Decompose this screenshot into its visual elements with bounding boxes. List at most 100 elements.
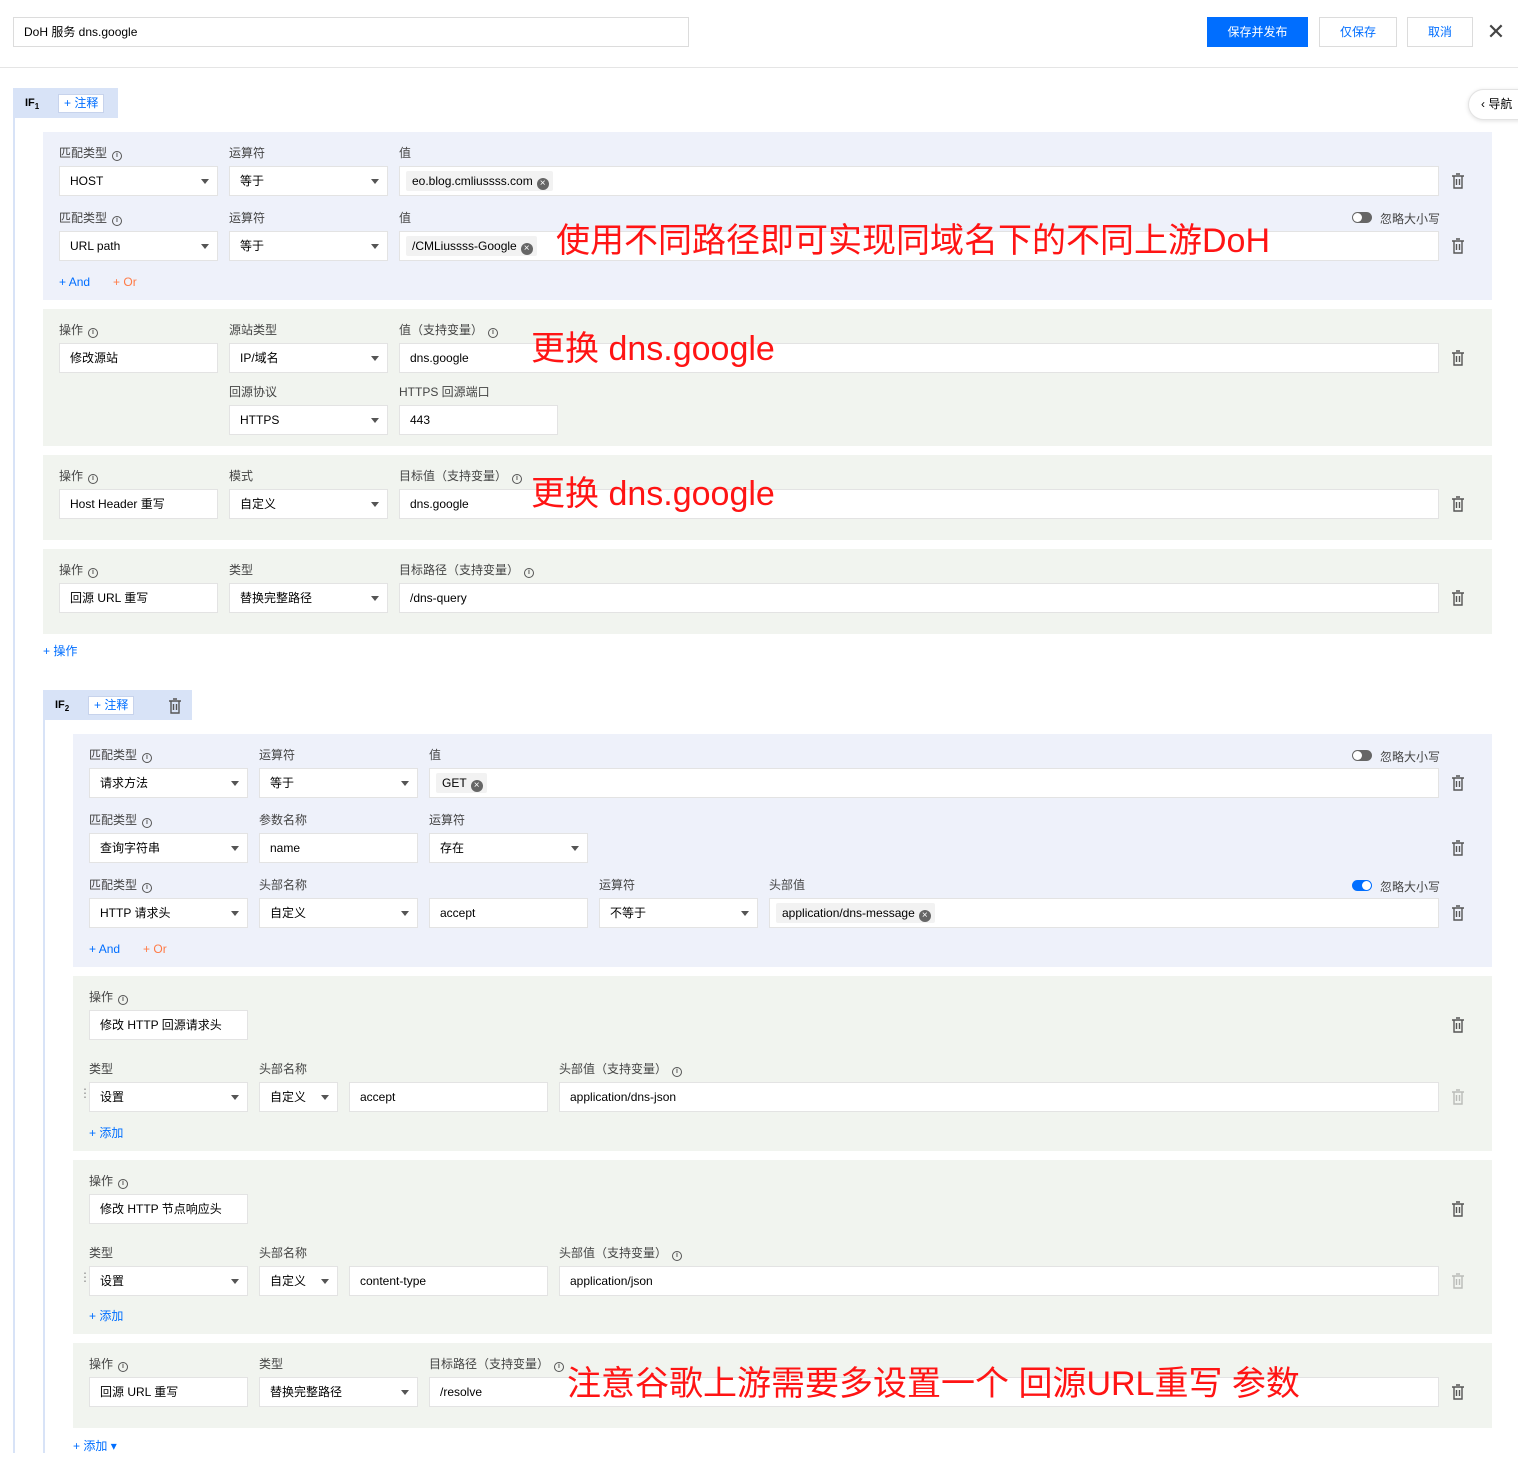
match-type-select[interactable]: HOST: [59, 166, 218, 196]
value-label: 值: [429, 748, 442, 762]
action-field[interactable]: 修改 HTTP 回源请求头: [89, 1010, 248, 1040]
ignore-case-toggle[interactable]: [1352, 880, 1372, 891]
type-select[interactable]: 替换完整路径: [229, 583, 388, 613]
note-label: 注释: [104, 698, 129, 712]
operator-select[interactable]: 等于: [229, 166, 388, 196]
if2-note-button[interactable]: + 注释: [88, 696, 135, 715]
trash-icon[interactable]: [1451, 1017, 1465, 1033]
header-name-input[interactable]: content-type: [349, 1266, 548, 1296]
match-type-label: 匹配类型 i: [89, 748, 153, 763]
target-path-label: 目标路径（支持变量） i: [399, 563, 535, 578]
match-type-label: 匹配类型 i: [89, 878, 153, 893]
save-publish-button[interactable]: 保存并发布: [1207, 17, 1308, 47]
add-dropdown-link[interactable]: + 添加 ▾: [73, 1439, 117, 1453]
operator-select[interactable]: 等于: [259, 768, 418, 798]
type-label: 类型: [259, 1357, 284, 1371]
nav-toggle[interactable]: ‹ 导航: [1468, 89, 1518, 120]
info-icon: i: [118, 1179, 129, 1189]
if1-note-button[interactable]: + 注释: [58, 94, 105, 113]
add-or-link[interactable]: + Or: [113, 275, 137, 289]
chevron-down-icon: ▾: [110, 1439, 117, 1453]
mode-select[interactable]: 自定义: [229, 489, 388, 519]
remove-tag-icon[interactable]: ×: [470, 780, 483, 792]
header-name-mode-select[interactable]: 自定义: [259, 898, 418, 928]
drag-handle-icon[interactable]: ⋮⋮: [79, 1271, 102, 1288]
remove-tag-icon[interactable]: ×: [918, 910, 931, 922]
value-label: 值: [399, 211, 412, 225]
trash-icon[interactable]: [1451, 173, 1465, 189]
match-type-select[interactable]: 查询字符串: [89, 833, 248, 863]
if2-label: IF: [55, 699, 65, 711]
operator-label: 运算符: [259, 748, 296, 762]
cancel-button[interactable]: 取消: [1407, 17, 1473, 47]
type-select[interactable]: 设置: [89, 1266, 248, 1296]
action-label: 操作 i: [59, 323, 99, 338]
type-select[interactable]: 设置: [89, 1082, 248, 1112]
value-tag: /CMLiussss-Google ×: [406, 236, 537, 256]
remove-tag-icon[interactable]: ×: [520, 243, 533, 255]
add-header-link[interactable]: + 添加: [89, 1126, 123, 1140]
add-and-link[interactable]: + And: [59, 275, 90, 289]
match-type-select[interactable]: URL path: [59, 231, 218, 261]
trash-icon[interactable]: [1451, 1384, 1465, 1400]
value-tag-input[interactable]: eo.blog.cmliussss.com ×: [399, 166, 1439, 196]
https-port-input[interactable]: 443: [399, 405, 558, 435]
trash-icon[interactable]: [1451, 775, 1465, 791]
action-field[interactable]: 修改源站: [59, 343, 218, 373]
value-tag-text: /CMLiussss-Google: [412, 239, 517, 253]
trash-icon[interactable]: [1451, 840, 1465, 856]
add-and-link[interactable]: + And: [89, 942, 120, 956]
add-or-link[interactable]: + Or: [143, 942, 167, 956]
close-icon[interactable]: ✕: [1486, 19, 1506, 45]
ignore-case-toggle[interactable]: [1352, 750, 1372, 761]
save-only-button[interactable]: 仅保存: [1319, 17, 1397, 47]
header-value-input[interactable]: application/json: [559, 1266, 1439, 1296]
plus-icon: +: [64, 96, 72, 110]
ignore-case-toggle[interactable]: [1352, 212, 1372, 223]
nav-label: 导航: [1488, 97, 1513, 111]
header-name-mode-select[interactable]: 自定义: [259, 1266, 338, 1296]
trash-icon[interactable]: [1451, 238, 1465, 254]
value-label: 值: [399, 146, 412, 160]
origin-type-select[interactable]: IP/域名: [229, 343, 388, 373]
match-type-select[interactable]: HTTP 请求头: [89, 898, 248, 928]
annotation-rewrite-note: 注意谷歌上游需要多设置一个 回源URL重写 参数: [567, 1365, 1300, 1403]
target-path-input[interactable]: /dns-query: [399, 583, 1439, 613]
operator-label: 运算符: [229, 211, 266, 225]
header-name-input[interactable]: accept: [429, 898, 588, 928]
trash-icon[interactable]: [1451, 905, 1465, 921]
trash-icon[interactable]: [1451, 350, 1465, 366]
trash-icon[interactable]: [1451, 496, 1465, 512]
trash-icon[interactable]: [1451, 590, 1465, 606]
rule-name-input[interactable]: DoH 服务 dns.google: [13, 17, 689, 47]
remove-tag-icon[interactable]: ×: [536, 178, 549, 190]
annotation-replace-note-2: 更换 dns.google: [531, 475, 775, 513]
operator-select[interactable]: 不等于: [599, 898, 758, 928]
if2-delete-icon[interactable]: [168, 698, 182, 714]
header-name-input[interactable]: accept: [349, 1082, 548, 1112]
action-label: 操作 i: [59, 563, 99, 578]
action-field[interactable]: Host Header 重写: [59, 489, 218, 519]
action-field[interactable]: 修改 HTTP 节点响应头: [89, 1194, 248, 1224]
match-type-select[interactable]: 请求方法: [89, 768, 248, 798]
action-field[interactable]: 回源 URL 重写: [89, 1377, 248, 1407]
header-value-input[interactable]: application/dns-json: [559, 1082, 1439, 1112]
info-icon: i: [488, 328, 499, 338]
trash-icon[interactable]: [1451, 1201, 1465, 1217]
operator-select[interactable]: 存在: [429, 833, 588, 863]
header-name-label: 头部名称: [259, 878, 308, 892]
origin-protocol-select[interactable]: HTTPS: [229, 405, 388, 435]
action-field[interactable]: 回源 URL 重写: [59, 583, 218, 613]
origin-type-label: 源站类型: [229, 323, 278, 337]
add-action-link[interactable]: + 操作: [43, 644, 77, 658]
value-tag-input[interactable]: GET ×: [429, 768, 1439, 798]
add-header-link[interactable]: + 添加: [89, 1309, 123, 1323]
target-value-label: 目标值（支持变量） i: [399, 469, 523, 484]
operator-select[interactable]: 等于: [229, 231, 388, 261]
header-value-tag-input[interactable]: application/dns-message ×: [769, 898, 1439, 928]
drag-handle-icon[interactable]: ⋮⋮: [79, 1087, 102, 1104]
param-name-input[interactable]: name: [259, 833, 418, 863]
header-name-mode-select[interactable]: 自定义: [259, 1082, 338, 1112]
type-select[interactable]: 替换完整路径: [259, 1377, 418, 1407]
plus-icon: +: [94, 698, 102, 712]
